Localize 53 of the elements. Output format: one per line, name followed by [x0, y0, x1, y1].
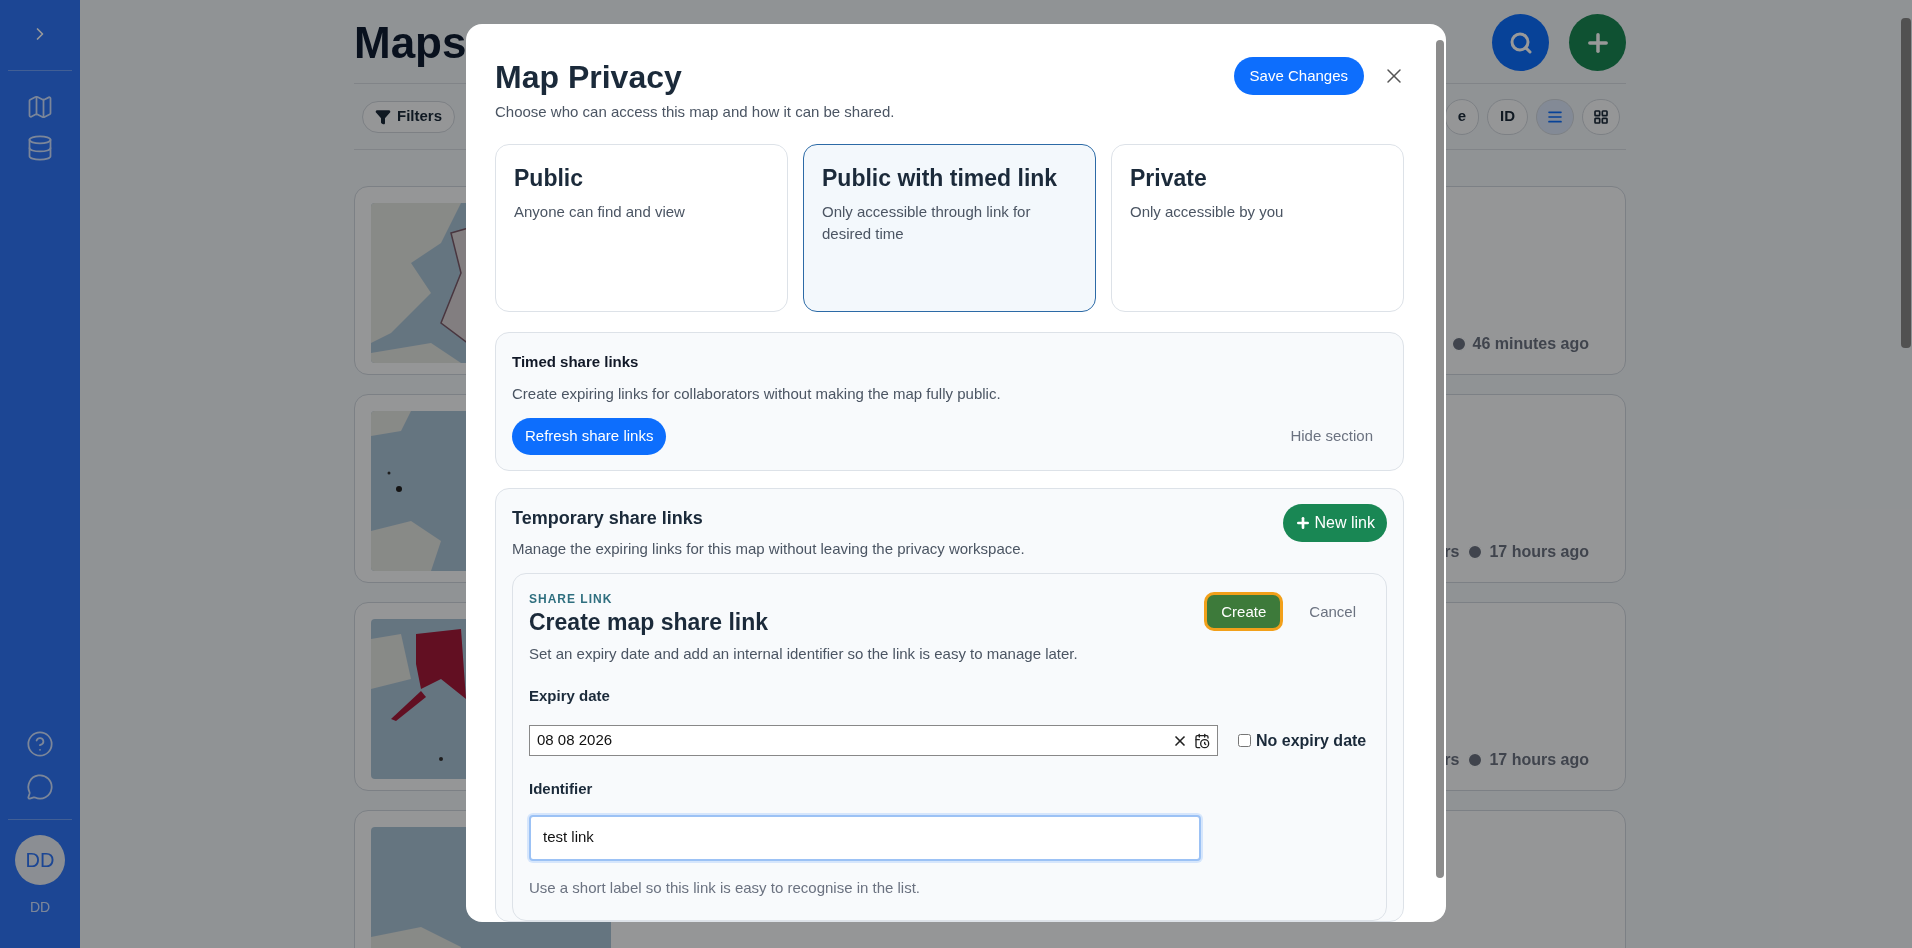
help-icon[interactable] — [26, 730, 54, 758]
field-label: Identifier — [529, 779, 594, 800]
form-description: Set an expiry date and add an internal identifier so the link is easy to manage later. — [529, 644, 1079, 665]
option-description: Anyone can find and view — [514, 202, 686, 222]
add-button[interactable] — [1569, 14, 1626, 71]
privacy-option[interactable]: Public Anyone can find and view — [495, 143, 788, 312]
identifier-field[interactable]: test link — [529, 814, 1201, 861]
date-field[interactable]: 08 08 2026 — [529, 725, 1218, 757]
map-icon[interactable] — [26, 93, 54, 121]
grid-view-button[interactable] — [1582, 98, 1620, 135]
create-button[interactable]: Create — [1204, 592, 1284, 632]
field-hint: Use a short label so this link is easy to recognise in the list. — [529, 877, 922, 898]
cancel-button[interactable]: Cancel — [1309, 600, 1356, 624]
updated-time: 17 hours ago — [1467, 748, 1589, 772]
form-title: Create map share link — [529, 608, 769, 638]
no-expiry-checkbox[interactable] — [1238, 734, 1251, 748]
page-title: Maps — [354, 16, 467, 69]
filter-icon — [375, 108, 391, 125]
panel-title: Temporary share links — [512, 506, 704, 530]
save-button[interactable]: Save Changes — [1233, 57, 1364, 95]
search-button[interactable] — [1492, 14, 1549, 71]
privacy-option[interactable]: Public with timed link Only accessible through link for desired time — [803, 143, 1096, 312]
panel-title: Timed share links — [512, 351, 640, 372]
privacy-option[interactable]: Private Only accessible by you — [1111, 143, 1404, 312]
refresh-button[interactable]: Refresh share links — [512, 417, 667, 455]
user-name: DD — [29, 898, 51, 917]
filters-button[interactable]: Filters — [362, 100, 455, 133]
option-title: Public — [514, 163, 584, 193]
option-title: Private — [1130, 163, 1208, 193]
calendar-icon[interactable] — [1194, 732, 1210, 749]
checkbox-label: No expiry date — [1256, 730, 1367, 751]
dialog-subtitle: Choose who can access this map and how it can be shared. — [495, 102, 895, 122]
panel-description: Create expiring links for collaborators without making the map fully public. — [512, 384, 1002, 404]
grid-icon — [1593, 108, 1609, 125]
plus-icon — [1294, 514, 1311, 531]
option-description: Only accessible by you — [1130, 202, 1285, 222]
option-title: Public with timed link — [822, 163, 1059, 193]
field-label: Expiry date — [529, 685, 611, 706]
new-link-button[interactable]: New link — [1282, 503, 1387, 542]
chat-icon[interactable] — [26, 773, 54, 801]
option-description: Only accessible through link for desired time — [822, 202, 1032, 244]
search-icon — [1508, 30, 1533, 55]
updated-time: 17 hours ago — [1467, 540, 1589, 564]
dialog-title: Map Privacy — [495, 58, 683, 97]
list-view-button[interactable] — [1536, 98, 1574, 135]
hide-section-link[interactable]: Hide section — [1290, 424, 1373, 448]
page-scrollbar[interactable] — [1901, 18, 1911, 348]
panel-description: Manage the expiring links for this map without leaving the privacy workspace. — [512, 538, 1025, 559]
updated-time: 46 minutes ago — [1450, 332, 1589, 356]
database-icon[interactable] — [26, 134, 54, 162]
sort-button[interactable]: ID — [1487, 98, 1528, 135]
form-eyebrow: SHARE LINK — [529, 591, 614, 609]
sort-button[interactable]: e — [1444, 98, 1479, 135]
